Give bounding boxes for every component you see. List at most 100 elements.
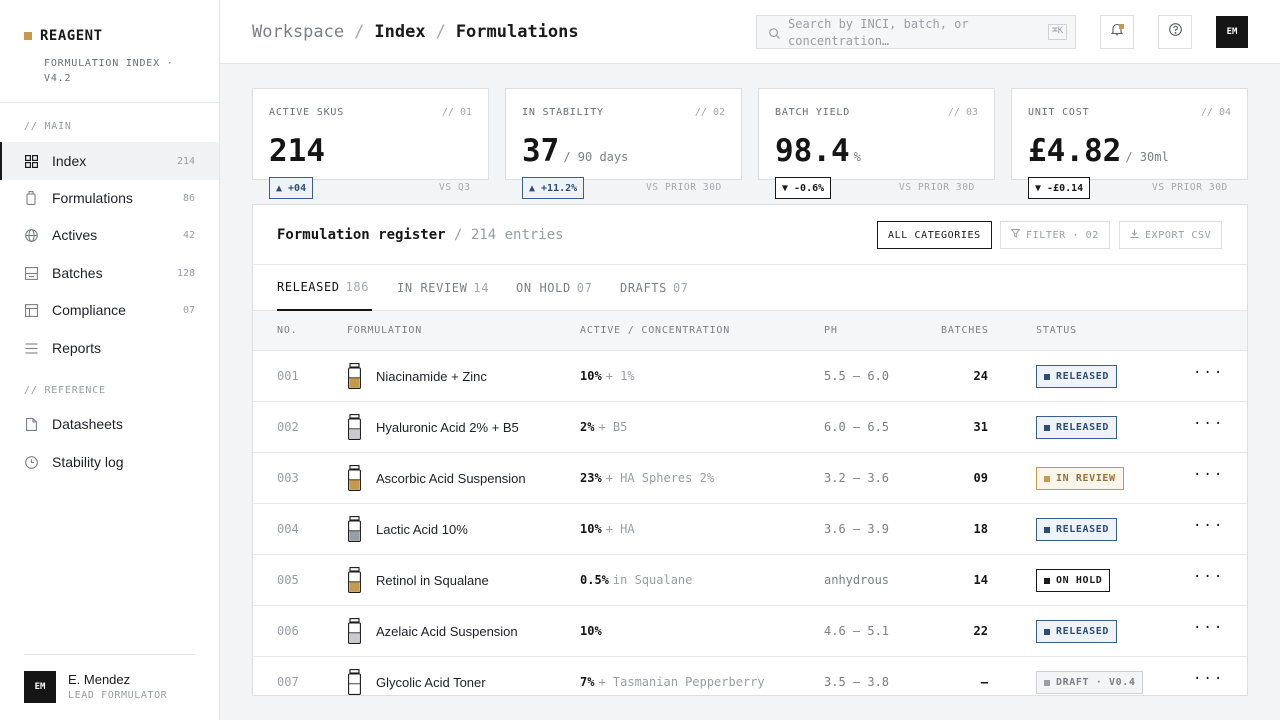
sidebar-item-datasheets[interactable]: Datasheets bbox=[0, 405, 219, 443]
filter-icon bbox=[1010, 229, 1021, 241]
header-avatar[interactable]: EM bbox=[1216, 16, 1248, 48]
export-csv-button[interactable]: EXPORT CSV bbox=[1119, 221, 1223, 249]
table-row[interactable]: 004 Lactic Acid 10% 10% + HA 3.6 – 3.9 18 RELE… bbox=[253, 504, 1247, 555]
help-icon bbox=[1168, 23, 1182, 41]
formulation-name[interactable]: Niacinamide + Zinc bbox=[376, 369, 487, 384]
bottle-icon bbox=[347, 363, 362, 394]
status-badge: IN REVIEW bbox=[1036, 467, 1124, 490]
formulation-name[interactable]: Glycolic Acid Toner bbox=[376, 675, 486, 690]
kpi-compare: VS PRIOR 30D bbox=[899, 182, 975, 193]
column-header-concentration[interactable]: ACTIVE / CONCENTRATION bbox=[580, 325, 730, 336]
all-categories-button[interactable]: ALL CATEGORIES bbox=[877, 221, 992, 249]
status-square-icon bbox=[1044, 526, 1050, 533]
sidebar-item-actives[interactable]: Actives 42 bbox=[0, 216, 219, 254]
tray-icon bbox=[24, 266, 38, 280]
kpi-index: // 03 bbox=[947, 107, 978, 118]
status-badge: RELEASED bbox=[1036, 620, 1117, 643]
row-more-button[interactable]: ··· bbox=[1193, 518, 1224, 534]
tab-drafts[interactable]: DRAFTS 07 bbox=[620, 265, 689, 311]
breadcrumb-separator: / bbox=[435, 22, 446, 42]
concentration-extra: + HA Spheres 2% bbox=[605, 471, 715, 485]
breadcrumb-formulations: Formulations bbox=[455, 22, 579, 42]
batch-count: 18 bbox=[973, 522, 988, 536]
table-row[interactable]: 001 Niacinamide + Zinc 10% + 1% 5.5 – 6.0 24 R… bbox=[253, 351, 1247, 402]
sidebar-item-count: 07 bbox=[182, 304, 195, 316]
sidebar-item-count: 128 bbox=[176, 267, 195, 279]
user-avatar[interactable]: EM bbox=[24, 671, 56, 703]
column-header-batches[interactable]: BATCHES bbox=[941, 325, 989, 336]
table-row[interactable]: 003 Ascorbic Acid Suspension 23% + HA Spher… bbox=[253, 453, 1247, 504]
register-count: / 214 entries bbox=[454, 227, 564, 243]
kpi-unit: / 90 days bbox=[563, 150, 629, 164]
ph-range: 5.5 – 6.0 bbox=[824, 369, 890, 383]
brand[interactable]: REAGENT bbox=[24, 28, 103, 44]
sidebar-item-reports[interactable]: Reports bbox=[0, 329, 219, 367]
formulation-name[interactable]: Hyaluronic Acid 2% + B5 bbox=[376, 420, 519, 435]
row-number: 007 bbox=[277, 675, 299, 689]
tab-label: IN REVIEW bbox=[397, 281, 468, 295]
sidebar-item-batches[interactable]: Batches 128 bbox=[0, 254, 219, 292]
status-square-icon bbox=[1044, 424, 1050, 431]
table-row[interactable]: 007 Glycolic Acid Toner 7% + Tasmanian Pepp… bbox=[253, 657, 1247, 695]
formulation-name[interactable]: Azelaic Acid Suspension bbox=[376, 624, 518, 639]
status-square-icon bbox=[1044, 373, 1050, 380]
batch-count: 14 bbox=[973, 573, 988, 587]
kpi-label: ACTIVE SKUS bbox=[269, 107, 345, 118]
kpi-value: 37/ 90 days bbox=[522, 133, 628, 169]
table-row[interactable]: 002 Hyaluronic Acid 2% + B5 2% + B5 6.0 – 6.… bbox=[253, 402, 1247, 453]
kpi-value: 98.4% bbox=[775, 133, 861, 169]
column-header-formulation[interactable]: FORMULATION bbox=[347, 325, 422, 336]
status-square-icon bbox=[1044, 577, 1050, 584]
tab-released[interactable]: RELEASED 186 bbox=[277, 265, 372, 311]
row-more-button[interactable]: ··· bbox=[1193, 620, 1224, 636]
brand-mark-icon bbox=[24, 32, 32, 40]
batch-count: 09 bbox=[973, 471, 988, 485]
table-row[interactable]: 005 Retinol in Squalane 0.5% in Squalane anh… bbox=[253, 555, 1247, 606]
breadcrumb-index[interactable]: Index bbox=[374, 22, 425, 42]
formulation-name[interactable]: Retinol in Squalane bbox=[376, 573, 489, 588]
breadcrumb-separator: / bbox=[354, 22, 365, 42]
sidebar-item-formulations[interactable]: Formulations 86 bbox=[0, 179, 219, 217]
sidebar-item-count: 86 bbox=[182, 192, 195, 204]
row-more-button[interactable]: ··· bbox=[1193, 365, 1224, 381]
kpi-delta-badge: ▲ +11.2% bbox=[522, 177, 585, 199]
tab-count: 07 bbox=[576, 281, 593, 295]
topbar: Workspace / Index / Formulations Search … bbox=[220, 0, 1280, 64]
status-square-icon bbox=[1044, 628, 1050, 635]
status-tabs: RELEASED 186 IN REVIEW 14 ON HOLD 07 DRAFTS… bbox=[253, 265, 1247, 311]
active-concentration: 7% bbox=[580, 675, 595, 689]
filter-button[interactable]: FILTER · 02 bbox=[1000, 221, 1110, 249]
ph-range: 3.2 – 3.6 bbox=[824, 471, 890, 485]
user-name: E. Mendez bbox=[68, 672, 131, 687]
notifications-button[interactable] bbox=[1100, 15, 1134, 49]
breadcrumb-workspace[interactable]: Workspace bbox=[252, 22, 344, 42]
row-more-button[interactable]: ··· bbox=[1193, 416, 1224, 432]
status-square-icon bbox=[1044, 475, 1050, 482]
row-number: 004 bbox=[277, 522, 299, 536]
kpi-value: £4.82/ 30ml bbox=[1028, 133, 1169, 169]
formulation-name[interactable]: Lactic Acid 10% bbox=[376, 522, 468, 537]
tab-on-hold[interactable]: ON HOLD 07 bbox=[516, 265, 592, 311]
help-button[interactable] bbox=[1158, 15, 1192, 49]
sidebar-item-label: Formulations bbox=[52, 190, 133, 206]
kpi-index: // 01 bbox=[441, 107, 472, 118]
table-row[interactable]: 006 Azelaic Acid Suspension 10% 4.6 – 5.1 22… bbox=[253, 606, 1247, 657]
bottle-icon bbox=[347, 567, 362, 598]
formulation-name[interactable]: Ascorbic Acid Suspension bbox=[376, 471, 526, 486]
column-header-ph[interactable]: PH bbox=[824, 325, 838, 336]
kpi-delta-badge: ▼ -£0.14 bbox=[1028, 177, 1091, 199]
kpi-number: £4.82 bbox=[1028, 133, 1122, 169]
sidebar-item-compliance[interactable]: Compliance 07 bbox=[0, 291, 219, 329]
row-more-button[interactable]: ··· bbox=[1193, 569, 1224, 585]
row-more-button[interactable]: ··· bbox=[1193, 671, 1224, 687]
row-more-button[interactable]: ··· bbox=[1193, 467, 1224, 483]
search-input[interactable]: Search by INCI, batch, or concentration…… bbox=[756, 15, 1076, 49]
kpi-compare: VS Q3 bbox=[439, 182, 471, 193]
column-header-no[interactable]: NO. bbox=[277, 325, 297, 336]
sidebar-item-index[interactable]: Index 214 bbox=[0, 142, 219, 180]
column-header-status[interactable]: STATUS bbox=[1036, 325, 1077, 336]
sidebar-item-stability-log[interactable]: Stability log bbox=[0, 443, 219, 481]
tab-in-review[interactable]: IN REVIEW 14 bbox=[397, 265, 489, 311]
row-number: 003 bbox=[277, 471, 299, 485]
lines-icon bbox=[24, 341, 38, 355]
